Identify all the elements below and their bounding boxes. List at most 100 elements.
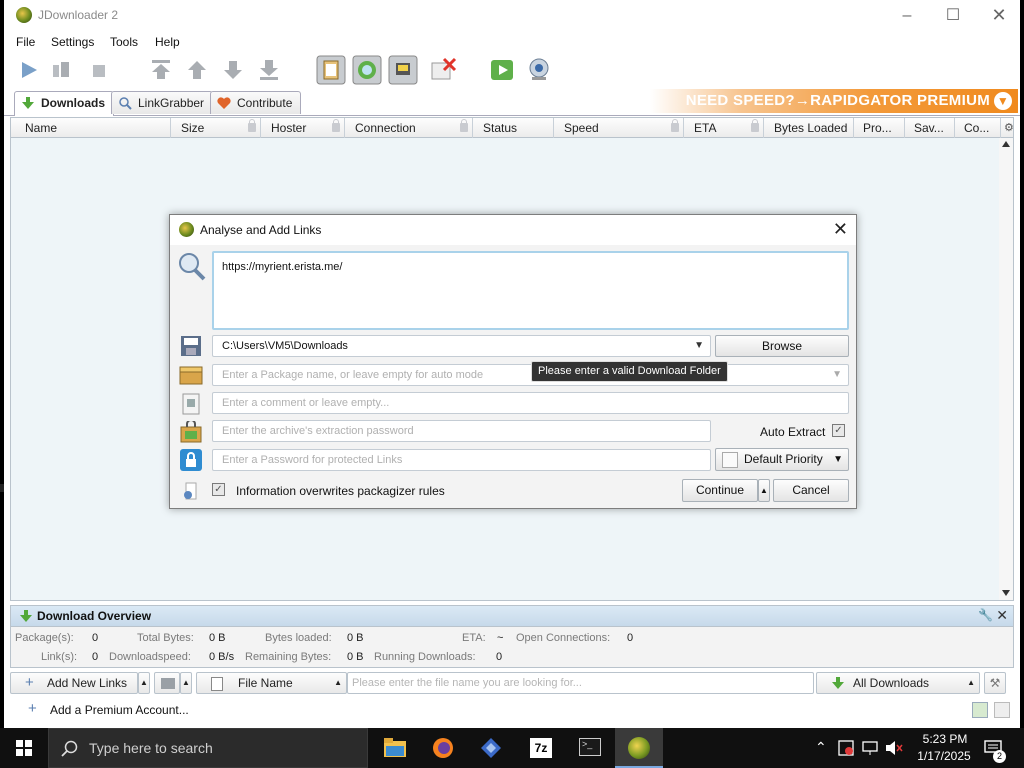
tray-date[interactable]: 1/17/2025 bbox=[911, 749, 977, 763]
pause-icon[interactable] bbox=[48, 57, 74, 83]
reconnect-icon[interactable] bbox=[352, 55, 382, 85]
column-bytes-loaded[interactable]: Bytes Loaded bbox=[764, 118, 854, 138]
cancel-button[interactable]: Cancel bbox=[773, 479, 849, 502]
column-settings-gear-icon[interactable]: ⚙ bbox=[1001, 118, 1015, 138]
tab-downloads-label: Downloads bbox=[41, 96, 106, 110]
chevron-down-icon[interactable]: ▼ bbox=[694, 336, 704, 356]
delete-button[interactable] bbox=[154, 672, 180, 694]
dialog-close-icon[interactable]: ✕ bbox=[833, 219, 848, 240]
taskbar-search-box[interactable]: Type here to search bbox=[48, 728, 368, 768]
taskbar-search-placeholder: Type here to search bbox=[89, 740, 213, 756]
column-status[interactable]: Status bbox=[473, 118, 554, 138]
add-links-menu-arrow[interactable]: ▲ bbox=[138, 672, 150, 694]
premium-toggle-icon[interactable] bbox=[388, 55, 418, 85]
tab-downloads[interactable]: Downloads bbox=[14, 91, 115, 116]
update-icon[interactable] bbox=[488, 55, 518, 85]
chevron-down-icon[interactable]: ▼ bbox=[832, 365, 842, 385]
column-connection[interactable]: Connection bbox=[345, 118, 473, 138]
column-hoster[interactable]: Hoster bbox=[261, 118, 345, 138]
menu-help[interactable]: Help bbox=[155, 35, 180, 49]
tray-volume-muted-icon[interactable] bbox=[885, 740, 903, 756]
add-new-links-label: Add New Links bbox=[47, 676, 128, 690]
overwrite-packagizer-checkbox[interactable]: ✓ bbox=[212, 483, 225, 496]
taskbar-7zip[interactable]: 7z bbox=[517, 728, 565, 768]
rapidgator-premium-banner[interactable]: NEED SPEED?→RAPIDGATOR PREMIUM ▼ bbox=[650, 89, 1018, 113]
packages-label: Package(s): bbox=[15, 632, 74, 644]
column-bytes-loaded-label: Bytes Loaded bbox=[774, 121, 848, 135]
column-save-to[interactable]: Sav... bbox=[905, 118, 955, 138]
column-hoster-label: Hoster bbox=[271, 121, 307, 135]
downloads-table-header: Name Size Hoster Connection Status Speed… bbox=[10, 117, 1014, 138]
move-down-icon[interactable] bbox=[220, 57, 246, 83]
column-comment[interactable]: Co... bbox=[955, 118, 1001, 138]
tray-time[interactable]: 5:23 PM bbox=[917, 732, 973, 746]
filename-search-input[interactable]: Please enter the file name you are looki… bbox=[347, 672, 814, 694]
comment-input[interactable]: Enter a comment or leave empty... bbox=[212, 392, 849, 414]
column-eta[interactable]: ETA bbox=[684, 118, 764, 138]
premium-update-icon[interactable] bbox=[524, 55, 554, 85]
column-size[interactable]: Size bbox=[171, 118, 261, 138]
menu-settings[interactable]: Settings bbox=[51, 35, 94, 49]
add-premium-account-link[interactable]: Add a Premium Account... bbox=[50, 703, 189, 717]
auto-extract-checkbox[interactable]: ✓ bbox=[832, 424, 845, 437]
tab-linkgrabber[interactable]: LinkGrabber bbox=[111, 91, 214, 114]
minimize-button[interactable]: – bbox=[884, 0, 930, 31]
firefox-icon bbox=[433, 738, 453, 758]
links-password-input[interactable]: Enter a Password for protected Links bbox=[212, 449, 711, 471]
browse-button[interactable]: Browse bbox=[715, 335, 849, 357]
status-list-icon[interactable] bbox=[994, 702, 1010, 718]
move-up-icon[interactable] bbox=[184, 57, 210, 83]
continue-options-arrow[interactable]: ▲ bbox=[758, 479, 770, 502]
scroll-up-icon[interactable] bbox=[1002, 141, 1010, 147]
move-top-icon[interactable] bbox=[148, 57, 174, 83]
column-speed[interactable]: Speed bbox=[554, 118, 684, 138]
column-name[interactable]: Name bbox=[11, 118, 171, 138]
network-cube-icon bbox=[481, 738, 501, 758]
priority-dropdown[interactable]: Default Priority ▼ bbox=[715, 448, 849, 471]
status-image-icon[interactable] bbox=[972, 702, 988, 718]
download-folder-combobox[interactable]: C:\Users\VM5\Downloads ▼ bbox=[212, 335, 711, 357]
links-textarea[interactable]: https://myrient.erista.me/ bbox=[212, 251, 849, 330]
premium-bar: + Add a Premium Account... bbox=[10, 699, 1014, 721]
download-filter-dropdown[interactable]: All Downloads ▲ bbox=[816, 672, 980, 694]
continue-button[interactable]: Continue bbox=[682, 479, 758, 502]
taskbar-firefox[interactable] bbox=[419, 728, 467, 768]
speed-limit-icon[interactable] bbox=[428, 55, 458, 85]
taskbar-terminal[interactable]: >_ bbox=[566, 728, 614, 768]
running-downloads-label: Running Downloads: bbox=[374, 651, 476, 663]
open-connections-value: 0 bbox=[627, 632, 634, 644]
links-value: 0 bbox=[92, 651, 99, 663]
column-progress[interactable]: Pro... bbox=[854, 118, 905, 138]
tray-security-icon[interactable] bbox=[838, 740, 854, 756]
tab-contribute[interactable]: Contribute bbox=[210, 91, 302, 114]
priority-icon bbox=[722, 452, 738, 468]
menu-bar: File Settings Tools Help bbox=[4, 31, 1020, 53]
wrench-icon[interactable]: 🔧 bbox=[978, 608, 993, 622]
archive-password-input[interactable]: Enter the archive's extraction password bbox=[212, 420, 711, 442]
tray-chevron-up-icon[interactable]: ⌃ bbox=[815, 739, 827, 756]
quick-settings-icon[interactable]: ⚒ bbox=[984, 672, 1006, 694]
taskbar-jdownloader[interactable] bbox=[615, 728, 663, 768]
windows-start-icon[interactable] bbox=[16, 740, 32, 756]
scroll-down-icon[interactable] bbox=[1002, 590, 1010, 596]
vertical-scrollbar[interactable] bbox=[999, 138, 1013, 600]
maximize-button[interactable]: ☐ bbox=[930, 0, 976, 31]
menu-tools[interactable]: Tools bbox=[110, 35, 138, 49]
lock-icon bbox=[332, 119, 340, 132]
banner-text: NEED SPEED?→RAPIDGATOR PREMIUM bbox=[685, 92, 990, 109]
tray-network-icon[interactable] bbox=[862, 740, 878, 756]
menu-file[interactable]: File bbox=[16, 35, 35, 49]
taskbar-file-explorer[interactable] bbox=[371, 728, 419, 768]
search-field-selector[interactable]: File Name ▲ bbox=[196, 672, 347, 694]
delete-menu-arrow[interactable]: ▲ bbox=[180, 672, 192, 694]
play-icon[interactable] bbox=[16, 57, 42, 83]
close-button[interactable]: ✕ bbox=[976, 0, 1020, 31]
add-new-links-button[interactable]: + Add New Links bbox=[10, 672, 138, 694]
clipboard-observer-icon[interactable] bbox=[316, 55, 346, 85]
auto-extract-label: Auto Extract bbox=[760, 425, 826, 439]
trash-icon bbox=[161, 678, 175, 689]
move-bottom-icon[interactable] bbox=[256, 57, 282, 83]
close-panel-icon[interactable]: ✕ bbox=[996, 607, 1008, 624]
taskbar-network-app[interactable] bbox=[467, 728, 515, 768]
stop-icon[interactable] bbox=[86, 57, 112, 83]
